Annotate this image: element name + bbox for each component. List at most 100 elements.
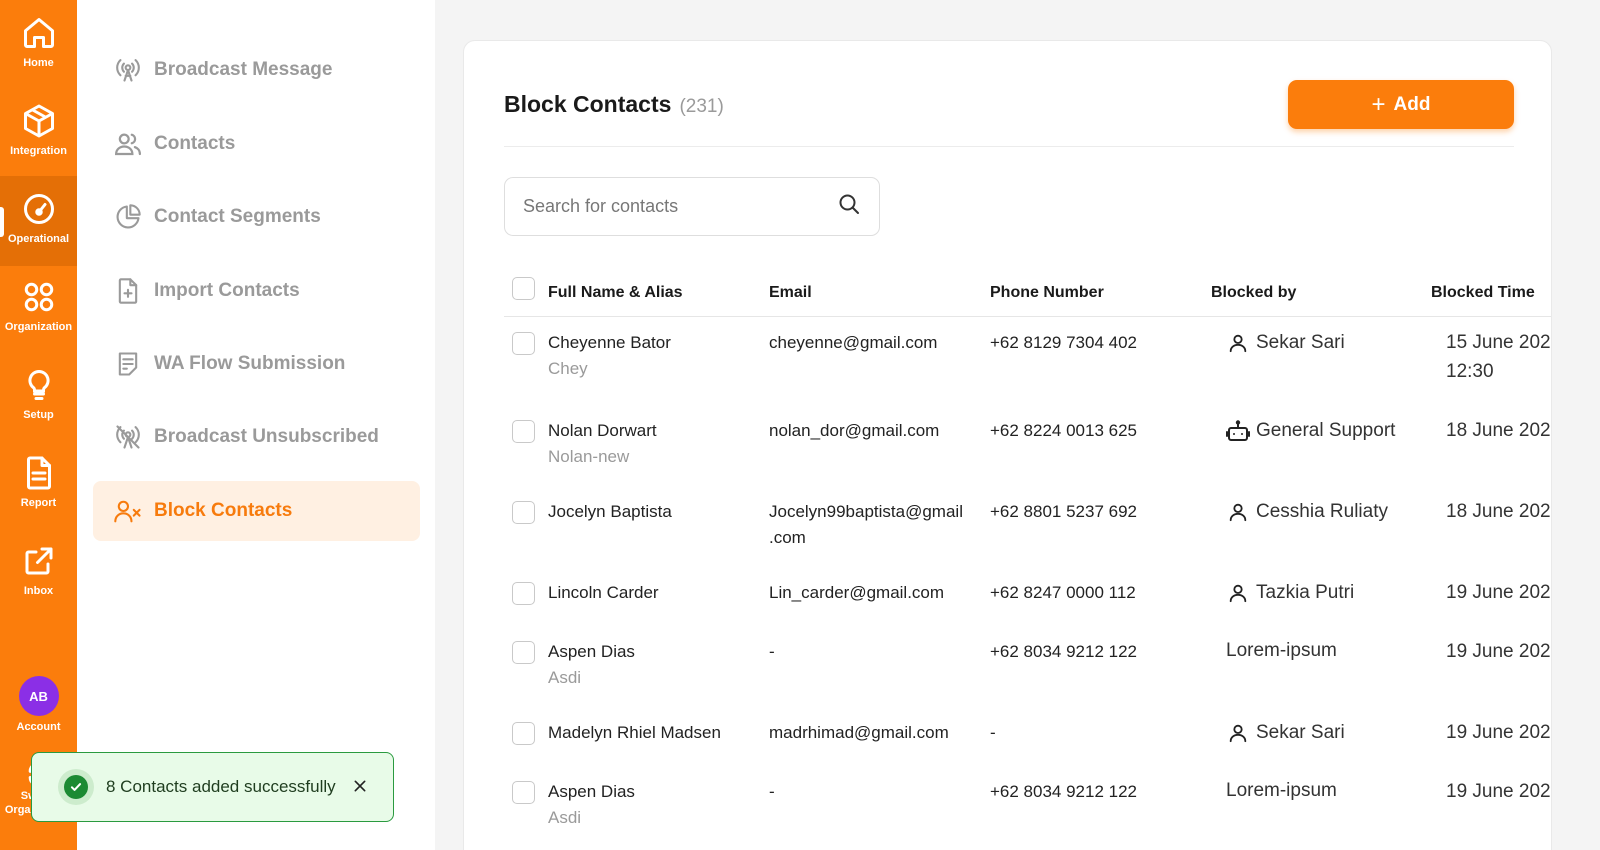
- check-circle-icon: [58, 769, 94, 805]
- close-icon[interactable]: [349, 775, 371, 797]
- rail-label-home: Home: [23, 57, 54, 69]
- rail-item-home[interactable]: Home: [0, 0, 77, 90]
- blocked-by: Tazkia Putri: [1226, 581, 1354, 605]
- blocked-time: 19 June 2024: [1446, 582, 1552, 603]
- nav-label-import-contacts: Import Contacts: [154, 280, 300, 301]
- contact-name: Madelyn Rhiel Madsen: [548, 723, 721, 742]
- secondary-nav: Broadcast Message Contacts Contact Segme…: [77, 0, 435, 850]
- contact-alias: Asdi: [548, 808, 582, 827]
- column-header-phone[interactable]: Phone Number: [990, 284, 1104, 302]
- rail-item-organization[interactable]: Organization: [0, 264, 77, 354]
- blocked-time-hour: 12:30: [1446, 361, 1494, 382]
- nav-label-contacts: Contacts: [154, 133, 236, 154]
- nav-item-import-contacts[interactable]: Import Contacts: [93, 261, 420, 321]
- contact-name: Lincoln Carder: [548, 583, 659, 602]
- blocked-time: 18 June 2024: [1446, 420, 1552, 441]
- nav-label-contact-segments: Contact Segments: [154, 206, 321, 227]
- rail-label-integration: Integration: [10, 145, 67, 157]
- search-icon[interactable]: [837, 192, 861, 221]
- blocked-by-name: Cesshia Ruliaty: [1256, 501, 1388, 522]
- column-header-blocked-time[interactable]: Blocked Time: [1431, 284, 1535, 302]
- nav-item-contact-segments[interactable]: Contact Segments: [93, 187, 420, 247]
- page-title: Block Contacts: [504, 91, 672, 117]
- add-button[interactable]: + Add: [1288, 80, 1514, 129]
- contact-alias: Nolan-new: [548, 447, 630, 466]
- user-icon: [1226, 581, 1250, 605]
- nav-label-wa-flow-submission: WA Flow Submission: [154, 353, 346, 374]
- gauge-icon: [20, 190, 58, 228]
- lightbulb-icon: [20, 366, 58, 404]
- rail-item-account[interactable]: AB Account: [0, 662, 77, 752]
- row-checkbox[interactable]: [512, 501, 535, 524]
- rail-item-operational[interactable]: Operational: [0, 176, 77, 266]
- nav-label-broadcast-message: Broadcast Message: [154, 59, 333, 80]
- contact-phone: +62 8801 5237 692: [990, 502, 1138, 521]
- user-block-icon: [113, 496, 143, 526]
- contact-email: nolan_dor@gmail.com: [769, 421, 940, 440]
- contact-name: Nolan Dorwart: [548, 421, 657, 440]
- nav-label-broadcast-unsubscribed: Broadcast Unsubscribed: [154, 426, 379, 447]
- blocked-time: 19 June 2024: [1446, 781, 1552, 802]
- block-contacts-card: Block Contacts (231) + Add Full Name & A…: [463, 40, 1552, 850]
- rail-label-inbox: Inbox: [23, 585, 54, 597]
- contact-alias: Asdi: [548, 668, 582, 687]
- column-header-name[interactable]: Full Name & Alias: [548, 284, 683, 302]
- contact-alias: Chey: [548, 359, 588, 378]
- primary-rail: Home Integration Operational Organizatio…: [0, 0, 77, 850]
- broadcast-icon: [113, 55, 143, 85]
- nav-item-contacts[interactable]: Contacts: [93, 114, 420, 174]
- nav-item-broadcast-unsubscribed[interactable]: Broadcast Unsubscribed: [93, 407, 420, 467]
- pie-chart-icon: [113, 202, 143, 232]
- blocked-by-name: Lorem-ipsum: [1226, 780, 1337, 801]
- user-icon: [1226, 331, 1250, 355]
- contact-phone: -: [990, 723, 996, 742]
- contact-phone: +62 8247 0000 112: [990, 583, 1136, 602]
- search-input[interactable]: [523, 196, 837, 217]
- contact-count: (231): [679, 96, 724, 117]
- rail-item-report[interactable]: Report: [0, 440, 77, 530]
- contact-phone: +62 8129 7304 402: [990, 333, 1138, 352]
- user-icon: [1226, 500, 1250, 524]
- rail-item-inbox[interactable]: Inbox: [0, 528, 77, 618]
- contact-name: Cheyenne Bator: [548, 333, 671, 352]
- blocked-time: 18 June 2024: [1446, 501, 1552, 522]
- row-checkbox[interactable]: [512, 332, 535, 355]
- row-checkbox[interactable]: [512, 641, 535, 664]
- blocked-by-name: General Support: [1256, 420, 1396, 441]
- document-icon: [20, 454, 58, 492]
- contact-name: Jocelyn Baptista: [548, 502, 672, 521]
- blocked-by-name: Tazkia Putri: [1256, 582, 1355, 603]
- rail-label-organization: Organization: [4, 321, 73, 333]
- rail-item-setup[interactable]: Setup: [0, 352, 77, 442]
- row-checkbox[interactable]: [512, 582, 535, 605]
- row-checkbox[interactable]: [512, 420, 535, 443]
- nav-label-block-contacts: Block Contacts: [154, 500, 293, 521]
- select-all-checkbox[interactable]: [512, 277, 535, 300]
- header-divider: [504, 146, 1514, 147]
- rail-label-account: Account: [16, 721, 61, 733]
- nav-item-wa-flow-submission[interactable]: WA Flow Submission: [93, 334, 420, 394]
- row-checkbox[interactable]: [512, 722, 535, 745]
- avatar: AB: [18, 676, 59, 716]
- contact-email-cont: .com: [769, 528, 806, 547]
- contact-name: Aspen Dias: [548, 782, 635, 801]
- column-header-blocked-by[interactable]: Blocked by: [1211, 284, 1296, 302]
- contact-email: -: [769, 782, 775, 801]
- column-header-email[interactable]: Email: [769, 284, 812, 302]
- active-indicator: [0, 207, 4, 237]
- broadcast-off-icon: [113, 422, 143, 452]
- nav-item-broadcast-message[interactable]: Broadcast Message: [93, 40, 420, 100]
- add-button-label: Add: [1393, 93, 1431, 115]
- blocked-by: General Support: [1226, 419, 1395, 443]
- contact-name: Aspen Dias: [548, 642, 635, 661]
- cube-icon: [20, 102, 58, 140]
- plus-icon: +: [1371, 90, 1386, 118]
- search-box: [504, 177, 880, 236]
- nav-item-block-contacts[interactable]: Block Contacts: [93, 481, 420, 541]
- contact-phone: +62 8034 9212 122: [990, 642, 1138, 661]
- rail-item-integration[interactable]: Integration: [0, 88, 77, 178]
- row-checkbox[interactable]: [512, 781, 535, 804]
- success-toast: 8 Contacts added successfully: [31, 752, 394, 822]
- external-link-icon: [20, 542, 58, 580]
- blocked-by: Lorem-ipsum: [1226, 640, 1337, 662]
